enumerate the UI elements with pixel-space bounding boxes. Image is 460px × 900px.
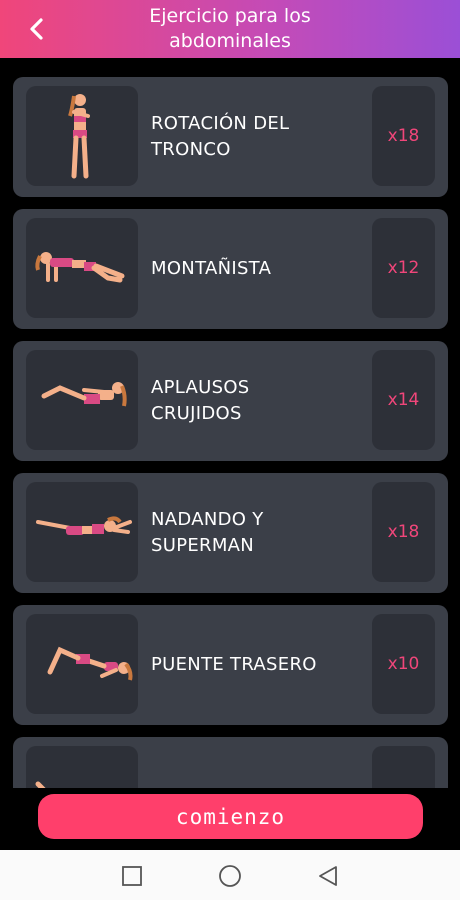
exercise-card[interactable]: NADANDO Y SUPERMAN x18 [13,473,448,593]
exercise-thumbnail [26,614,138,714]
exercise-reps: x14 [372,350,435,450]
page-title: Ejercicio para los abdominales [149,5,311,52]
exercise-thumbnail [26,86,138,186]
exercise-name: MONTAÑISTA [151,258,272,279]
exercise-list[interactable]: ROTACIÓN DEL TRONCO x18 MONTAÑISTA x12 A… [0,58,460,788]
exercise-reps: x18 [372,86,435,186]
exercise-card[interactable]: APLAUSOS CRUJIDOS x14 [13,341,448,461]
exercise-name: NADANDO Y SUPERMAN [151,509,264,556]
triangle-back-icon[interactable] [316,864,340,888]
superman-figure-icon [36,516,132,535]
exercise-thumbnail [26,350,138,450]
exercise-reps: x18 [372,482,435,582]
circle-icon[interactable] [218,864,242,888]
app-header: Ejercicio para los abdominales [0,0,460,58]
exercise-card[interactable] [13,737,448,788]
plank-figure-icon [35,252,125,283]
start-bar: comienzo [0,788,460,850]
exercise-reps: x10 [372,614,435,714]
back-button[interactable] [22,14,52,44]
exercise-card[interactable]: MONTAÑISTA x12 [13,209,448,329]
system-navbar [0,850,460,900]
exercise-name: ROTACIÓN DEL TRONCO [151,113,290,160]
exercise-thumbnail [26,482,138,582]
exercise-figure-icon [35,781,46,788]
exercise-name [151,737,371,788]
exercise-thumbnail [26,746,138,788]
chevron-left-icon [30,18,43,40]
square-icon[interactable] [120,864,144,888]
start-button[interactable]: comienzo [38,794,423,839]
exercise-card[interactable]: PUENTE TRASERO x10 [13,605,448,725]
exercise-name: PUENTE TRASERO [151,654,317,675]
standing-figure-icon [68,94,90,179]
crunch-figure-icon [41,382,127,407]
exercise-name: APLAUSOS CRUJIDOS [151,377,250,424]
exercise-card[interactable]: ROTACIÓN DEL TRONCO x18 [13,77,448,197]
exercise-reps: x12 [372,218,435,318]
bridge-figure-icon [47,646,133,681]
exercise-thumbnail [26,218,138,318]
exercise-reps [372,746,435,788]
